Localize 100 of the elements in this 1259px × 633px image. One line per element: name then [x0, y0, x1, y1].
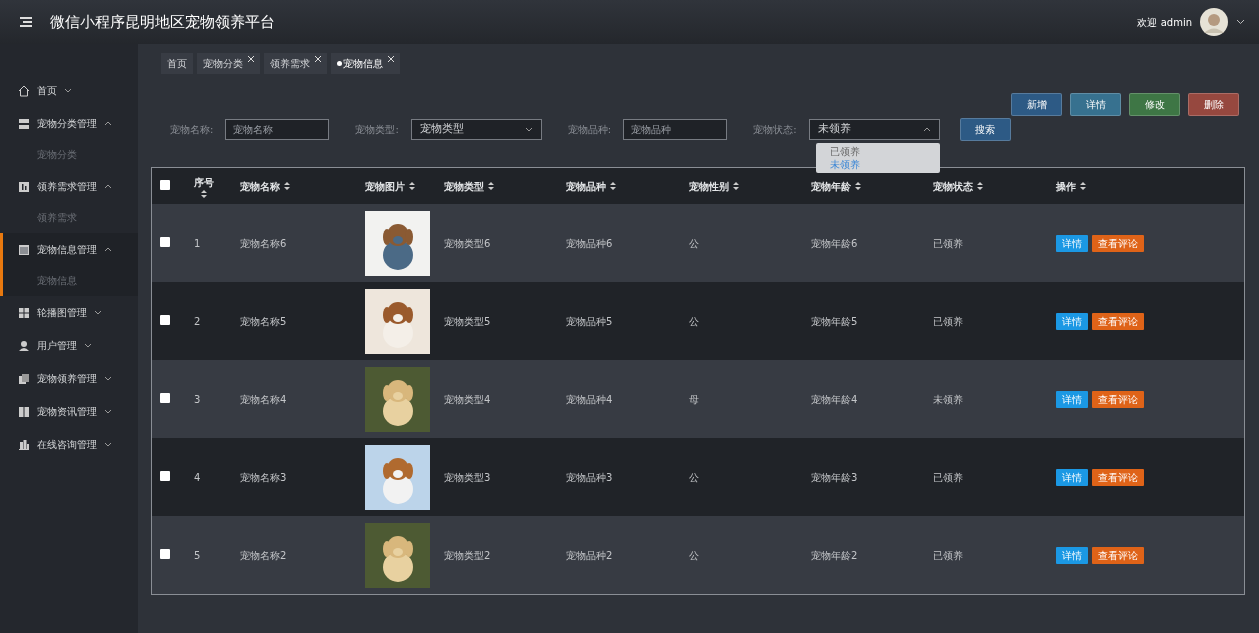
table-cell: 宠物类型3 [444, 471, 491, 483]
toolbar-button[interactable]: 修改 [1129, 93, 1180, 116]
toolbar-button[interactable]: 新增 [1011, 93, 1062, 116]
window-icon [18, 243, 30, 256]
select-field[interactable]: 宠物类型 [410, 119, 542, 140]
search-button[interactable]: 搜索 [959, 118, 1011, 141]
chevron-down-icon[interactable] [1236, 19, 1245, 25]
row-checkbox[interactable] [160, 314, 170, 325]
column-header[interactable]: 宠物性别 [689, 178, 729, 194]
table-cell: 宠物年龄2 [811, 549, 858, 561]
table-cell: 宠物品种6 [566, 237, 613, 249]
table-cell: 已领养 [933, 315, 963, 327]
chevron-down-icon [64, 88, 72, 93]
chevron-down-icon [84, 343, 92, 348]
table-cell: 宠物品种5 [566, 315, 613, 327]
sort-icon[interactable] [1080, 182, 1086, 190]
table-cell: 5 [194, 549, 201, 561]
table-cell: 公 [689, 237, 699, 249]
column-header[interactable]: 宠物状态 [933, 178, 973, 194]
home-icon [18, 84, 30, 97]
table-cell: 宠物品种3 [566, 471, 613, 483]
tab[interactable]: 领养需求 [264, 53, 327, 74]
close-icon[interactable] [248, 56, 254, 62]
input-field[interactable]: 宠物品种 [623, 119, 728, 140]
sidebar-item[interactable]: 宠物信息管理 [0, 233, 138, 266]
row-checkbox[interactable] [160, 548, 170, 559]
menu-icon[interactable] [20, 17, 32, 27]
select-field[interactable]: 未领养 [808, 119, 940, 140]
comments-button[interactable]: 查看评论 [1092, 234, 1144, 252]
sidebar-item[interactable]: 轮播图管理 [0, 296, 138, 329]
table-cell: 宠物类型4 [444, 393, 491, 405]
sidebar-item[interactable]: 首页 [0, 74, 138, 107]
sidebar-item[interactable]: 宠物资讯管理 [0, 395, 138, 428]
table-cell: 已领养 [933, 549, 963, 561]
sort-icon[interactable] [409, 182, 415, 190]
table-cell: 宠物年龄3 [811, 471, 858, 483]
field-label: 宠物状态: [753, 123, 797, 137]
table-cell: 公 [689, 549, 699, 561]
comments-button[interactable]: 查看评论 [1092, 468, 1144, 486]
select-all-checkbox[interactable] [160, 179, 170, 190]
column-header[interactable]: 宠物类型 [444, 178, 484, 194]
column-header[interactable]: 序号 [194, 174, 214, 190]
sort-icon[interactable] [284, 182, 290, 190]
chevron-down-icon [104, 442, 112, 447]
avatar[interactable] [1200, 8, 1228, 36]
table-cell: 宠物年龄6 [811, 237, 858, 249]
row-checkbox[interactable] [160, 392, 170, 403]
comments-button[interactable]: 查看评论 [1092, 546, 1144, 564]
comments-button[interactable]: 查看评论 [1092, 390, 1144, 408]
building-icon [18, 438, 30, 451]
table-cell: 宠物品种2 [566, 549, 613, 561]
table-cell: 宠物名称6 [240, 237, 287, 249]
toolbar-button[interactable]: 详情 [1070, 93, 1121, 116]
table-cell: 已领养 [933, 237, 963, 249]
tab[interactable]: 首页 [161, 53, 193, 74]
sort-icon[interactable] [610, 182, 616, 190]
close-icon[interactable] [388, 56, 394, 62]
table-cell: 宠物名称4 [240, 393, 287, 405]
column-header[interactable]: 宠物年龄 [811, 178, 851, 194]
column-header[interactable]: 操作 [1056, 178, 1076, 194]
sidebar-item[interactable]: 宠物领养管理 [0, 362, 138, 395]
user-icon [18, 339, 30, 352]
table-cell: 宠物年龄5 [811, 315, 858, 327]
row-checkbox[interactable] [160, 470, 170, 481]
field-label: 宠物品种: [567, 123, 612, 137]
table-cell: 宠物类型6 [444, 237, 491, 249]
sidebar-item[interactable]: 用户管理 [0, 329, 138, 362]
sort-icon[interactable] [201, 189, 207, 198]
sidebar-item[interactable]: 在线咨询管理 [0, 428, 138, 461]
table-cell: 公 [689, 471, 699, 483]
table-cell: 宠物类型2 [444, 549, 491, 561]
close-icon[interactable] [315, 56, 321, 62]
sidebar-item[interactable]: 宠物分类管理 [0, 107, 138, 140]
sort-icon[interactable] [488, 182, 494, 190]
input-field[interactable]: 宠物名称 [225, 119, 330, 140]
table-cell: 宠物名称2 [240, 549, 287, 561]
table-cell: 宠物品种4 [566, 393, 613, 405]
sort-icon[interactable] [733, 182, 739, 190]
table-cell: 1 [194, 237, 201, 249]
app-title: 微信小程序昆明地区宠物领养平台 [50, 11, 275, 33]
sort-icon[interactable] [855, 182, 861, 190]
table-cell: 宠物类型5 [444, 315, 491, 327]
row-checkbox[interactable] [160, 236, 170, 247]
sidebar-item[interactable]: 领养需求管理 [0, 170, 138, 203]
column-header[interactable]: 宠物品种 [566, 178, 606, 194]
column-header[interactable]: 宠物名称 [240, 178, 280, 194]
chevron-up-icon [922, 127, 931, 132]
stack-icon [18, 117, 30, 130]
dropdown-option[interactable]: 已领养 [815, 145, 940, 158]
table-cell: 未领养 [933, 393, 963, 405]
chart-icon [18, 180, 30, 193]
table-cell: 3 [194, 393, 201, 405]
chevron-down-icon [104, 376, 112, 381]
table-cell: 宠物名称5 [240, 315, 287, 327]
sort-icon[interactable] [977, 182, 983, 190]
tab[interactable]: 宠物分类 [197, 53, 260, 74]
tab[interactable]: 宠物信息 [331, 53, 400, 74]
toolbar-button[interactable]: 删除 [1188, 93, 1239, 116]
comments-button[interactable]: 查看评论 [1092, 312, 1144, 330]
chevron-up-icon [104, 121, 112, 126]
